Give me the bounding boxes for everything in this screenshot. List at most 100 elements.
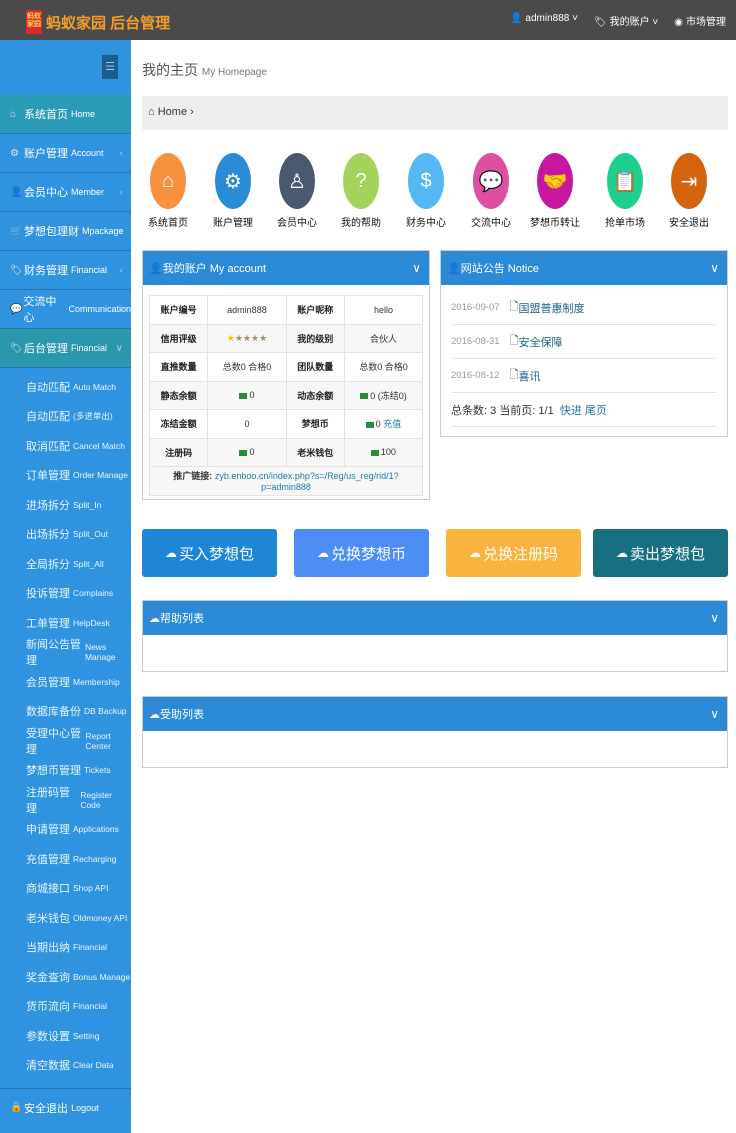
breadcrumb-home[interactable]: Home: [158, 106, 187, 118]
submenu-item-label: 订单管理: [26, 470, 70, 483]
submenu-item-label: 自动匹配: [26, 381, 70, 394]
account-panel-header[interactable]: 👤 我的账户 My account ∨: [143, 251, 429, 285]
home-icon: ⌂: [10, 108, 17, 120]
shortcut-dollar[interactable]: $ 财务中心: [396, 153, 456, 229]
submenu-item[interactable]: 取消匹配 Cancel Match: [0, 431, 131, 461]
sidebar-item-account[interactable]: ⚙ 账户管理 Account ‹: [0, 134, 131, 173]
chevron-down-icon[interactable]: ∨: [710, 707, 719, 721]
action-button-1[interactable]: ☁ 买入梦想包: [142, 529, 277, 577]
submenu-item[interactable]: 订单管理 Order Manage: [0, 461, 131, 491]
star-icon: ★: [242, 332, 251, 343]
submenu-item[interactable]: 注册码管理 Register Code: [0, 785, 131, 815]
action-button-4[interactable]: ☁ 卖出梦想包: [593, 529, 728, 577]
submenu-item[interactable]: 充值管理 Recharging: [0, 844, 131, 874]
shortcut-exit[interactable]: ⇥ 安全退出: [659, 153, 719, 229]
notice-title[interactable]: 安全保障: [518, 334, 562, 350]
recharge-link[interactable]: 充值: [383, 419, 401, 429]
submenu-item[interactable]: 自动匹配 (多进单出): [0, 402, 131, 432]
submenu-item[interactable]: 当期出纳 Financial: [0, 933, 131, 963]
help-list-panel: ☁ 帮助列表 ∨: [142, 600, 728, 672]
submenu-item[interactable]: 会员管理 Membership: [0, 667, 131, 697]
submenu-item[interactable]: 商城接口 Shop API: [0, 874, 131, 904]
notice-panel-header[interactable]: 👤 网站公告 Notice ∨: [441, 251, 727, 285]
sidebar-item-label: 系统首页: [24, 109, 68, 121]
sidebar-item-financial[interactable]: 🏷 后台管理 Financial ∨: [0, 329, 131, 368]
action-button-3[interactable]: ☁ 兑换注册码: [446, 529, 581, 577]
sidebar-item-financial[interactable]: 🏷 财务管理 Financial ‹: [0, 251, 131, 290]
shortcut-home[interactable]: ⌂ 系统首页: [138, 153, 198, 229]
table-row: 账户编号 admin888 账户昵称 hello: [148, 295, 424, 325]
gear-icon: ⚙: [10, 147, 19, 159]
field-label: 动态余额: [285, 380, 345, 410]
submenu-item-label-en: Cancel Match: [73, 440, 125, 451]
sidebar-item-mpackage[interactable]: 🛒 梦想包理财 Mpackage ‹: [0, 212, 131, 251]
submenu-item[interactable]: 数据库备份 DB Backup: [0, 697, 131, 727]
notice-item[interactable]: 2016-09-07 🗋 国盟普惠制度: [451, 291, 717, 325]
submenu-item[interactable]: 申请管理 Applications: [0, 815, 131, 845]
value-text: 0: [249, 390, 255, 401]
submenu-item[interactable]: 清空数据 Clear Data: [0, 1051, 131, 1081]
notice-title[interactable]: 喜讯: [518, 368, 540, 384]
submenu-item[interactable]: 出场拆分 Split_Out: [0, 520, 131, 550]
last-page-link[interactable]: 尾页: [585, 402, 607, 418]
field-value: hello: [343, 295, 424, 325]
account-panel: 👤 我的账户 My account ∨ 账户编号 admin888 账户昵称 hello 信…: [142, 250, 430, 500]
submenu-item[interactable]: 全局拆分 Split_All: [0, 549, 131, 579]
help-list-header[interactable]: ☁ 帮助列表 ∨: [143, 601, 727, 635]
user-icon: 👤: [509, 13, 523, 24]
top-bar: 蚂蚁家园 蚂蚁家园 后台管理 👤 admin888 ˅ 🏷 我的账户 ˅ ◉ 市场管理: [0, 0, 736, 40]
shortcut-chat[interactable]: 💬 交流中心: [461, 153, 521, 229]
sidebar-toggle-button[interactable]: ☰: [102, 55, 118, 79]
submenu-item[interactable]: 梦想币管理 Tickets: [0, 756, 131, 786]
shortcut-label: 财务中心: [406, 218, 446, 229]
chevron-down-icon[interactable]: ∨: [412, 261, 421, 275]
notice-item[interactable]: 2016-08-31 🗋 安全保障: [451, 325, 717, 359]
field-label: 梦想币: [285, 409, 345, 439]
shortcut-clipboard[interactable]: 📋 抢单市场: [595, 153, 655, 229]
submenu-item[interactable]: 新闻公告管理 News Manage: [0, 638, 131, 668]
submenu-item[interactable]: 货币流向 Financial: [0, 992, 131, 1022]
sidebar-item-home[interactable]: ⌂ 系统首页 Home: [0, 95, 131, 134]
chevron-down-icon[interactable]: ∨: [710, 611, 719, 625]
submenu-item[interactable]: 奖金查询 Bonus Manage: [0, 962, 131, 992]
submenu-item-label: 新闻公告管理: [26, 639, 81, 668]
sidebar-item-label-en: Financial: [71, 343, 108, 353]
submenu-item[interactable]: 老米钱包 Oldmoney API: [0, 903, 131, 933]
chevron-down-icon[interactable]: ∨: [710, 261, 719, 275]
submenu-item[interactable]: 参数设置 Setting: [0, 1021, 131, 1051]
chevron-left-icon: ‹: [119, 264, 123, 276]
shortcut-handshake[interactable]: 🤝 梦想币转让: [525, 153, 585, 229]
submenu-item[interactable]: 进场拆分 Split_In: [0, 490, 131, 520]
submenu-item[interactable]: 投诉管理 Complains: [0, 579, 131, 609]
market-menu[interactable]: ◉ 市场管理: [674, 13, 726, 28]
user-menu[interactable]: 👤 admin888 ˅: [510, 13, 578, 28]
value-text: 总数0 合格0: [359, 362, 408, 373]
notice-date: 2016-08-12: [451, 370, 500, 381]
submenu-item[interactable]: 受理中心管理 Report Center: [0, 726, 131, 756]
field-label: 静态余额: [148, 380, 209, 410]
promo-label: 推广链接:: [173, 471, 213, 482]
aided-list-header[interactable]: ☁ 受助列表 ∨: [143, 697, 727, 731]
shortcut-user[interactable]: ♙ 会员中心: [267, 153, 327, 229]
notice-title[interactable]: 国盟普惠制度: [518, 300, 584, 316]
sidebar-item-logout[interactable]: 🔒 安全退出 Logout: [0, 1088, 131, 1126]
sidebar-item-member[interactable]: 👤 会员中心 Member ‹: [0, 173, 131, 212]
logo[interactable]: 蚂蚁家园 蚂蚁家园 后台管理: [26, 10, 170, 34]
promo-link[interactable]: zyb.enboo.cn/index.php?s=/Reg/us_reg/rid…: [215, 471, 399, 492]
action-button-2[interactable]: ☁ 兑换梦想币: [294, 529, 429, 577]
account-menu[interactable]: 🏷 我的账户 ˅: [594, 13, 658, 28]
shortcut-help[interactable]: ? 我的帮助: [331, 153, 391, 229]
chevron-down-icon: ∨: [115, 342, 123, 354]
submenu-item-label: 出场拆分: [26, 529, 70, 542]
sidebar-item-communication[interactable]: 💬 交流中心 Communication ‹: [0, 290, 131, 329]
market-label: 市场管理: [686, 17, 726, 28]
submenu-item-label-en: Auto Match: [73, 381, 116, 392]
help-icon: ?: [343, 153, 379, 209]
field-label: 冻结金额: [148, 409, 209, 439]
notice-item[interactable]: 2016-08-12 🗋 喜讯: [451, 359, 717, 393]
submenu-item[interactable]: 工单管理 HelpDesk: [0, 608, 131, 638]
shortcut-gear[interactable]: ⚙ 账户管理: [203, 153, 263, 229]
submenu-item[interactable]: 自动匹配 Auto Match: [0, 372, 131, 402]
chevron-left-icon: ‹: [119, 303, 123, 315]
next-page-link[interactable]: 快进: [560, 402, 582, 418]
